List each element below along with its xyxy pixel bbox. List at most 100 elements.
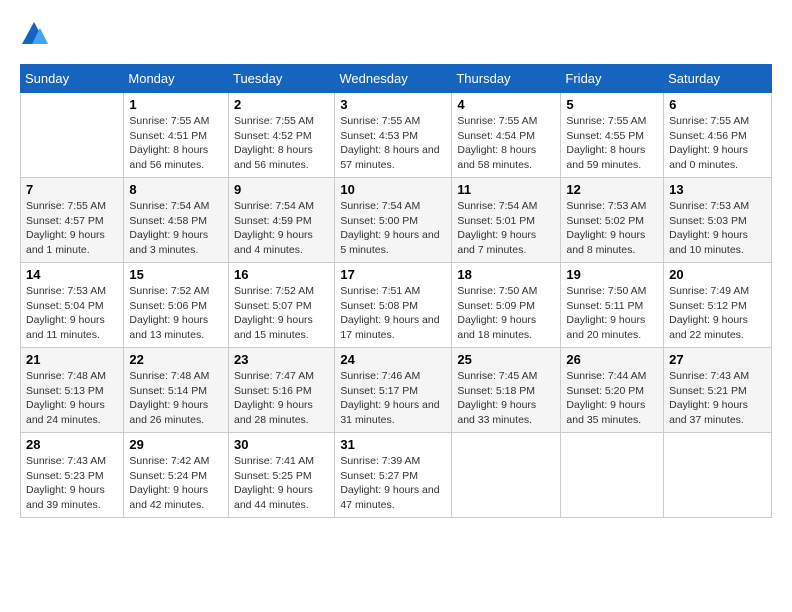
sunset-label: Sunset: 5:06 PM — [129, 300, 207, 312]
day-info: Sunrise: 7:55 AM Sunset: 4:53 PM Dayligh… — [340, 114, 446, 173]
sunrise-label: Sunrise: 7:55 AM — [26, 200, 106, 212]
daylight-label: Daylight: 9 hours and 39 minutes. — [26, 484, 105, 511]
day-info: Sunrise: 7:53 AM Sunset: 5:02 PM Dayligh… — [566, 199, 658, 258]
daylight-label: Daylight: 8 hours and 58 minutes. — [457, 144, 536, 171]
sunrise-label: Sunrise: 7:45 AM — [457, 370, 537, 382]
day-number: 3 — [340, 97, 446, 112]
sunrise-label: Sunrise: 7:54 AM — [340, 200, 420, 212]
calendar-cell: 26 Sunrise: 7:44 AM Sunset: 5:20 PM Dayl… — [561, 348, 664, 433]
sunrise-label: Sunrise: 7:42 AM — [129, 455, 209, 467]
calendar-cell: 7 Sunrise: 7:55 AM Sunset: 4:57 PM Dayli… — [21, 178, 124, 263]
calendar-week-row: 1 Sunrise: 7:55 AM Sunset: 4:51 PM Dayli… — [21, 93, 772, 178]
sunset-label: Sunset: 5:27 PM — [340, 470, 418, 482]
sunset-label: Sunset: 5:00 PM — [340, 215, 418, 227]
daylight-label: Daylight: 8 hours and 56 minutes. — [234, 144, 313, 171]
day-number: 21 — [26, 352, 118, 367]
sunrise-label: Sunrise: 7:39 AM — [340, 455, 420, 467]
sunset-label: Sunset: 5:01 PM — [457, 215, 535, 227]
day-number: 15 — [129, 267, 223, 282]
day-info: Sunrise: 7:50 AM Sunset: 5:09 PM Dayligh… — [457, 284, 555, 343]
day-info: Sunrise: 7:53 AM Sunset: 5:03 PM Dayligh… — [669, 199, 766, 258]
sunrise-label: Sunrise: 7:52 AM — [234, 285, 314, 297]
calendar-week-row: 7 Sunrise: 7:55 AM Sunset: 4:57 PM Dayli… — [21, 178, 772, 263]
day-number: 14 — [26, 267, 118, 282]
daylight-label: Daylight: 9 hours and 10 minutes. — [669, 229, 748, 256]
day-info: Sunrise: 7:55 AM Sunset: 4:56 PM Dayligh… — [669, 114, 766, 173]
day-info: Sunrise: 7:48 AM Sunset: 5:14 PM Dayligh… — [129, 369, 223, 428]
day-number: 18 — [457, 267, 555, 282]
calendar-cell: 12 Sunrise: 7:53 AM Sunset: 5:02 PM Dayl… — [561, 178, 664, 263]
sunset-label: Sunset: 5:07 PM — [234, 300, 312, 312]
sunrise-label: Sunrise: 7:47 AM — [234, 370, 314, 382]
sunset-label: Sunset: 5:11 PM — [566, 300, 643, 312]
daylight-label: Daylight: 9 hours and 4 minutes. — [234, 229, 313, 256]
day-info: Sunrise: 7:46 AM Sunset: 5:17 PM Dayligh… — [340, 369, 446, 428]
calendar-cell: 19 Sunrise: 7:50 AM Sunset: 5:11 PM Dayl… — [561, 263, 664, 348]
day-info: Sunrise: 7:49 AM Sunset: 5:12 PM Dayligh… — [669, 284, 766, 343]
sunset-label: Sunset: 4:58 PM — [129, 215, 207, 227]
day-number: 5 — [566, 97, 658, 112]
sunrise-label: Sunrise: 7:46 AM — [340, 370, 420, 382]
day-info: Sunrise: 7:48 AM Sunset: 5:13 PM Dayligh… — [26, 369, 118, 428]
calendar-cell: 13 Sunrise: 7:53 AM Sunset: 5:03 PM Dayl… — [664, 178, 772, 263]
sunrise-label: Sunrise: 7:48 AM — [26, 370, 106, 382]
sunrise-label: Sunrise: 7:48 AM — [129, 370, 209, 382]
sunrise-label: Sunrise: 7:55 AM — [234, 115, 314, 127]
sunset-label: Sunset: 4:56 PM — [669, 130, 747, 142]
day-number: 25 — [457, 352, 555, 367]
day-info: Sunrise: 7:52 AM Sunset: 5:06 PM Dayligh… — [129, 284, 223, 343]
weekday-header-thursday: Thursday — [452, 65, 561, 93]
daylight-label: Daylight: 8 hours and 59 minutes. — [566, 144, 645, 171]
daylight-label: Daylight: 9 hours and 24 minutes. — [26, 399, 105, 426]
day-info: Sunrise: 7:50 AM Sunset: 5:11 PM Dayligh… — [566, 284, 658, 343]
day-number: 29 — [129, 437, 223, 452]
day-number: 1 — [129, 97, 223, 112]
day-number: 23 — [234, 352, 329, 367]
day-number: 8 — [129, 182, 223, 197]
sunset-label: Sunset: 5:18 PM — [457, 385, 535, 397]
daylight-label: Daylight: 9 hours and 13 minutes. — [129, 314, 208, 341]
calendar-week-row: 21 Sunrise: 7:48 AM Sunset: 5:13 PM Dayl… — [21, 348, 772, 433]
calendar-cell: 10 Sunrise: 7:54 AM Sunset: 5:00 PM Dayl… — [335, 178, 452, 263]
logo-icon — [20, 20, 48, 48]
day-number: 4 — [457, 97, 555, 112]
day-info: Sunrise: 7:41 AM Sunset: 5:25 PM Dayligh… — [234, 454, 329, 513]
sunrise-label: Sunrise: 7:52 AM — [129, 285, 209, 297]
sunrise-label: Sunrise: 7:53 AM — [26, 285, 106, 297]
weekday-header-sunday: Sunday — [21, 65, 124, 93]
daylight-label: Daylight: 9 hours and 31 minutes. — [340, 399, 439, 426]
sunset-label: Sunset: 5:25 PM — [234, 470, 312, 482]
calendar-table: SundayMondayTuesdayWednesdayThursdayFrid… — [20, 64, 772, 518]
daylight-label: Daylight: 9 hours and 44 minutes. — [234, 484, 313, 511]
day-number: 6 — [669, 97, 766, 112]
daylight-label: Daylight: 9 hours and 8 minutes. — [566, 229, 645, 256]
calendar-week-row: 28 Sunrise: 7:43 AM Sunset: 5:23 PM Dayl… — [21, 433, 772, 518]
weekday-header-friday: Friday — [561, 65, 664, 93]
logo — [20, 20, 52, 48]
day-number: 26 — [566, 352, 658, 367]
sunset-label: Sunset: 5:24 PM — [129, 470, 207, 482]
calendar-cell: 1 Sunrise: 7:55 AM Sunset: 4:51 PM Dayli… — [124, 93, 229, 178]
calendar-cell: 27 Sunrise: 7:43 AM Sunset: 5:21 PM Dayl… — [664, 348, 772, 433]
daylight-label: Daylight: 9 hours and 0 minutes. — [669, 144, 748, 171]
daylight-label: Daylight: 9 hours and 5 minutes. — [340, 229, 439, 256]
daylight-label: Daylight: 9 hours and 22 minutes. — [669, 314, 748, 341]
day-info: Sunrise: 7:44 AM Sunset: 5:20 PM Dayligh… — [566, 369, 658, 428]
sunset-label: Sunset: 5:02 PM — [566, 215, 644, 227]
sunrise-label: Sunrise: 7:50 AM — [457, 285, 537, 297]
calendar-cell: 15 Sunrise: 7:52 AM Sunset: 5:06 PM Dayl… — [124, 263, 229, 348]
daylight-label: Daylight: 8 hours and 56 minutes. — [129, 144, 208, 171]
calendar-cell: 31 Sunrise: 7:39 AM Sunset: 5:27 PM Dayl… — [335, 433, 452, 518]
sunset-label: Sunset: 5:14 PM — [129, 385, 207, 397]
day-info: Sunrise: 7:42 AM Sunset: 5:24 PM Dayligh… — [129, 454, 223, 513]
calendar-cell: 22 Sunrise: 7:48 AM Sunset: 5:14 PM Dayl… — [124, 348, 229, 433]
sunset-label: Sunset: 5:17 PM — [340, 385, 418, 397]
sunset-label: Sunset: 5:08 PM — [340, 300, 418, 312]
daylight-label: Daylight: 9 hours and 28 minutes. — [234, 399, 313, 426]
daylight-label: Daylight: 9 hours and 1 minute. — [26, 229, 105, 256]
sunrise-label: Sunrise: 7:53 AM — [669, 200, 749, 212]
day-info: Sunrise: 7:47 AM Sunset: 5:16 PM Dayligh… — [234, 369, 329, 428]
daylight-label: Daylight: 9 hours and 15 minutes. — [234, 314, 313, 341]
calendar-cell: 6 Sunrise: 7:55 AM Sunset: 4:56 PM Dayli… — [664, 93, 772, 178]
day-number: 13 — [669, 182, 766, 197]
